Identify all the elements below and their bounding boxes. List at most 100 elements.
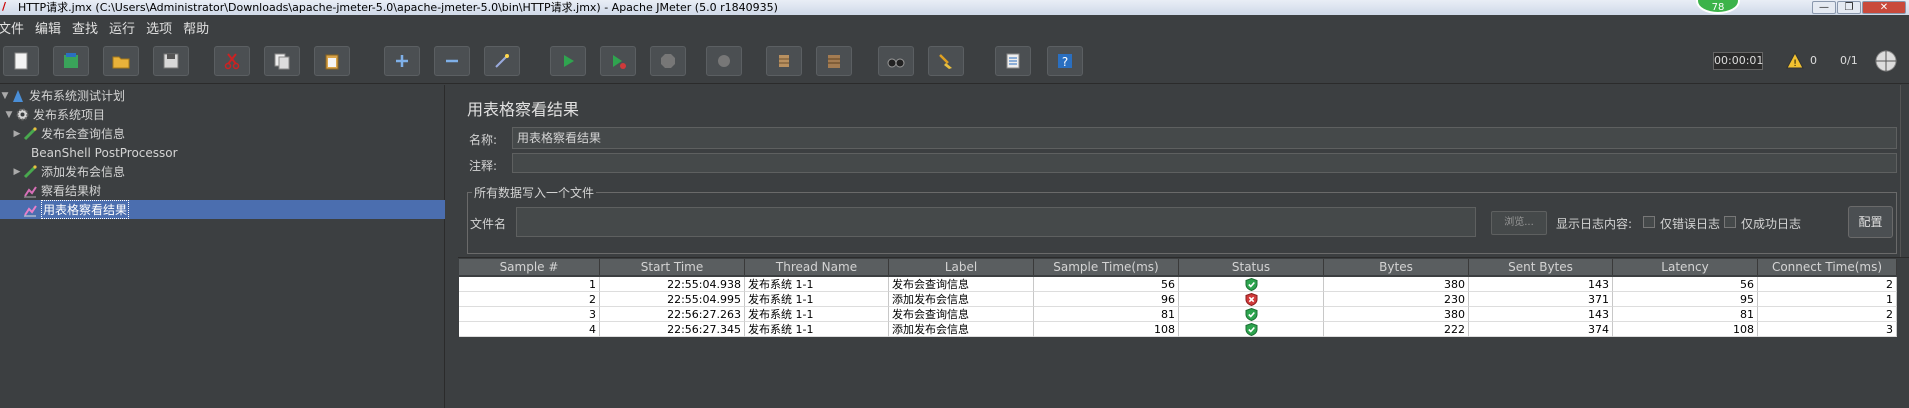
paste-button[interactable] xyxy=(314,46,350,76)
name-field[interactable]: 用表格察看结果 xyxy=(512,127,1897,149)
comment-field[interactable] xyxy=(512,153,1897,173)
tree-toggle-icon[interactable]: ▶ xyxy=(12,167,22,177)
start-no-pauses-button[interactable] xyxy=(600,46,636,76)
cell-thread-name: 发布系统 1-1 xyxy=(745,277,889,292)
tree-item-thread-group[interactable]: ▼ 发布系统项目 xyxy=(0,105,445,124)
menu-search[interactable]: 查找 xyxy=(66,18,103,37)
clear-button[interactable] xyxy=(766,46,802,76)
remote-globe-icon[interactable] xyxy=(1874,49,1898,73)
function-helper-button[interactable] xyxy=(995,46,1031,76)
tree-toggle-icon[interactable]: ▼ xyxy=(4,110,14,120)
broom-clear-icon xyxy=(779,55,789,67)
menu-file[interactable]: 文件 xyxy=(0,18,29,37)
tree-item-label: BeanShell PostProcessor xyxy=(31,145,178,160)
cell-sent-bytes: 374 xyxy=(1469,322,1613,337)
cell-start-time: 22:55:04.995 xyxy=(600,292,745,307)
cell-thread-name: 发布系统 1-1 xyxy=(745,322,889,337)
cell-start-time: 22:55:04.938 xyxy=(600,277,745,292)
save-icon xyxy=(163,53,179,69)
paste-icon xyxy=(325,54,339,70)
open-button[interactable] xyxy=(103,46,139,76)
comment-label: 注释: xyxy=(469,159,498,173)
filename-input[interactable] xyxy=(516,207,1476,237)
listener-chart-icon xyxy=(22,183,38,199)
table-header: Sample # Start Time Thread Name Label Sa… xyxy=(459,259,1897,275)
new-button[interactable] xyxy=(3,46,39,76)
search-button[interactable] xyxy=(878,46,914,76)
cell-sample: 1 xyxy=(459,277,600,292)
copy-button[interactable] xyxy=(264,46,300,76)
warning-icon[interactable]: ! xyxy=(1786,52,1804,70)
cell-sample: 3 xyxy=(459,307,600,322)
cell-latency: 81 xyxy=(1613,307,1758,322)
cell-sent-bytes: 143 xyxy=(1469,277,1613,292)
help-button[interactable]: ? xyxy=(1047,46,1083,76)
tree-item-table-results[interactable]: 用表格察看结果 xyxy=(0,200,445,219)
success-only-checkbox[interactable] xyxy=(1724,216,1736,228)
maximize-button[interactable]: ❐ xyxy=(1837,1,1861,14)
test-plan-icon xyxy=(10,88,26,104)
save-button[interactable] xyxy=(153,46,189,76)
speed-badge: 78 xyxy=(1696,0,1740,14)
column-header[interactable]: Start Time xyxy=(600,259,745,275)
tree-item-http-query[interactable]: ▶ 发布会查询信息 xyxy=(0,124,445,143)
table-row[interactable]: 4 22:56:27.345 发布系统 1-1 添加发布会信息 108 222 … xyxy=(459,322,1897,337)
success-shield-icon xyxy=(1245,322,1257,336)
table-row[interactable]: 2 22:55:04.995 发布系统 1-1 添加发布会信息 96 230 3… xyxy=(459,292,1897,307)
minimize-button[interactable]: — xyxy=(1812,1,1836,14)
templates-button[interactable] xyxy=(53,46,89,76)
errors-only-checkbox[interactable] xyxy=(1643,216,1655,228)
broom-icon xyxy=(939,54,952,69)
expand-button[interactable] xyxy=(384,46,420,76)
warning-count: 0 xyxy=(1810,54,1817,67)
column-header[interactable]: Thread Name xyxy=(745,259,889,275)
menu-edit[interactable]: 编辑 xyxy=(29,18,66,37)
column-header[interactable]: Sample # xyxy=(459,259,600,275)
close-button[interactable]: ✕ xyxy=(1862,1,1906,14)
table-row[interactable]: 1 22:55:04.938 发布系统 1-1 发布会查询信息 56 380 1… xyxy=(459,277,1897,292)
shutdown-button[interactable] xyxy=(706,46,742,76)
write-results-fieldset: 所有数据写入一个文件 文件名 浏览... 显示日志内容: 仅错误日志 仅成功日志… xyxy=(467,184,1897,254)
help-icon: ? xyxy=(1058,54,1072,69)
cut-button[interactable] xyxy=(214,46,250,76)
tree-toggle-icon[interactable]: ▶ xyxy=(12,129,22,139)
listener-chart-icon xyxy=(22,202,38,218)
clear-all-button[interactable] xyxy=(816,46,852,76)
tree-toggle-icon[interactable]: ▼ xyxy=(0,91,10,101)
menu-help[interactable]: 帮助 xyxy=(177,18,214,37)
tree-item-beanshell[interactable]: BeanShell PostProcessor xyxy=(0,143,445,162)
collapse-button[interactable] xyxy=(434,46,470,76)
column-header[interactable]: Latency xyxy=(1613,259,1758,275)
cell-label: 添加发布会信息 xyxy=(889,322,1034,337)
tree-item-results-tree[interactable]: 察看结果树 xyxy=(0,181,445,200)
cell-label: 添加发布会信息 xyxy=(889,292,1034,307)
templates-icon xyxy=(64,53,78,68)
table-row[interactable]: 3 22:56:27.263 发布系统 1-1 发布会查询信息 81 380 1… xyxy=(459,307,1897,322)
cell-sample-time: 81 xyxy=(1034,307,1179,322)
cell-sample-time: 108 xyxy=(1034,322,1179,337)
column-header[interactable]: Label xyxy=(889,259,1034,275)
browse-button[interactable]: 浏览... xyxy=(1491,211,1547,235)
tree-item-http-add[interactable]: ▶ 添加发布会信息 xyxy=(0,162,445,181)
plus-icon xyxy=(396,55,408,67)
column-header[interactable]: Connect Time(ms) xyxy=(1758,259,1897,275)
start-button[interactable] xyxy=(550,46,586,76)
configure-button[interactable]: 配置 xyxy=(1848,206,1893,238)
cell-bytes: 230 xyxy=(1324,292,1469,307)
panel-scrollbar[interactable] xyxy=(1900,85,1909,257)
column-header[interactable]: Bytes xyxy=(1324,259,1469,275)
column-header[interactable]: Status xyxy=(1179,259,1324,275)
toggle-button[interactable] xyxy=(484,46,520,76)
cell-status xyxy=(1179,277,1324,292)
stop-button[interactable] xyxy=(650,46,686,76)
tree-item-test-plan[interactable]: ▼ 发布系统测试计划 xyxy=(0,86,445,105)
menu-run[interactable]: 运行 xyxy=(103,18,140,37)
column-header[interactable]: Sample Time(ms) xyxy=(1034,259,1179,275)
http-sampler-icon xyxy=(22,164,38,180)
menu-options[interactable]: 选项 xyxy=(140,18,177,37)
cell-sample: 2 xyxy=(459,292,600,307)
minus-icon xyxy=(446,59,458,63)
column-header[interactable]: Sent Bytes xyxy=(1469,259,1613,275)
elapsed-timer: 00:00:01 xyxy=(1713,52,1763,70)
reset-search-button[interactable] xyxy=(928,46,964,76)
